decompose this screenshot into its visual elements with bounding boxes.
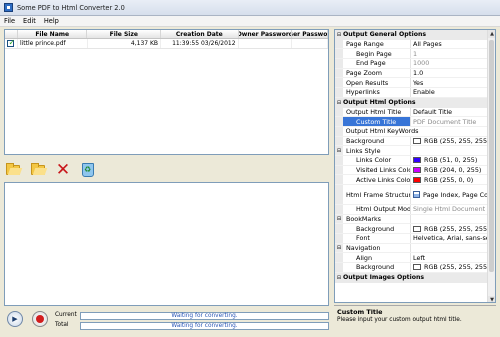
current-progress-bar: Waiting for converting. [80,312,329,320]
color-swatch [413,225,421,232]
prop-html-keywords[interactable]: Output Html KeyWords [335,126,488,137]
prop-visited-links-color[interactable]: Visited Links Color RGB (204, 0, 255) [335,165,488,176]
prop-page-range[interactable]: Page Range All Pages [335,39,488,50]
file-list[interactable]: File Name File Size Creation Date Owner … [4,29,329,155]
prop-end-page[interactable]: End Page 1000 [335,59,488,69]
column-header-file-size[interactable]: File Size [87,30,162,38]
prop-links-color[interactable]: Links Color RGB (51, 0, 255) [335,155,488,166]
column-header-owner-password[interactable]: Owner Password [239,30,293,38]
add-file-icon [6,163,20,175]
stop-icon [36,315,44,323]
prop-output-html-title[interactable]: Output Html Title Default Title [335,107,488,118]
scroll-down-icon[interactable]: ▼ [488,296,495,302]
recycle-bin-icon [82,163,94,177]
color-swatch [413,166,421,173]
user-password-cell[interactable] [292,39,329,48]
menu-bar: File Edit Help [0,16,500,27]
stop-convert-button[interactable] [32,311,48,327]
add-folder-icon [31,163,45,175]
scroll-up-icon[interactable]: ▲ [488,30,495,38]
start-convert-button[interactable]: ▶ [7,311,23,327]
description-title: Custom Title [337,308,383,316]
property-grid[interactable]: ⊟ Output General Options Page Range All … [334,29,496,303]
row-checkbox[interactable] [7,39,15,47]
prop-bookmarks-font[interactable]: Font Helvetica, Arial, sans-serif [335,234,488,244]
category-output-html[interactable]: ⊟ Output Html Options [335,97,488,108]
prop-begin-page[interactable]: Begin Page 1 [335,49,488,60]
description-text: Please input your custom output html tit… [337,317,462,323]
file-name-cell: little prince.pdf [18,39,88,48]
prop-open-results[interactable]: Open Results Yes [335,78,488,89]
window-title: Some PDF to Html Converter 2.0 [17,3,125,12]
menu-help[interactable]: Help [44,17,59,25]
add-file-button[interactable] [4,161,22,179]
collapse-icon[interactable]: ⊟ [335,214,343,224]
property-description: Custom Title Please input your custom ou… [334,305,496,333]
scroll-thumb[interactable] [489,40,494,272]
prop-navigation-align[interactable]: Align Left [335,253,488,264]
prop-hyperlinks[interactable]: Hyperlinks Enable [335,88,488,98]
prop-custom-title[interactable]: Custom Title PDF Document Title [335,117,488,127]
collapse-icon[interactable]: ⊟ [335,30,343,40]
delete-button[interactable]: ✕ [54,161,72,179]
clear-button[interactable] [79,161,97,179]
prop-active-links-color[interactable]: Active Links Color RGB (255, 0, 0) [335,175,488,185]
column-header-user-password[interactable]: User Password [292,30,328,38]
prop-page-zoom[interactable]: Page Zoom 1.0 [335,68,488,79]
collapse-icon[interactable]: ⊟ [335,98,343,108]
current-label: Current [55,312,77,318]
total-progress-bar: Waiting for converting. [80,322,329,330]
column-header-check[interactable] [5,30,18,38]
menu-file[interactable]: File [4,17,15,25]
frame-icon [413,191,420,198]
file-list-header: File Name File Size Creation Date Owner … [5,30,328,39]
app-icon [4,3,13,12]
prop-html-output-mode[interactable]: Html Output Mode Single Html Document [335,205,488,215]
color-swatch [413,157,421,164]
owner-password-cell[interactable] [239,39,293,48]
column-header-creation-date[interactable]: Creation Date [161,30,239,38]
collapse-icon[interactable]: ⊟ [335,146,343,155]
prop-html-frame-structures[interactable]: Html Frame Structures Page Index, Page C… [335,185,488,205]
menu-edit[interactable]: Edit [23,17,36,25]
table-row[interactable]: little prince.pdf 4,137 KB 11:39:55 03/2… [5,39,329,49]
prop-links-style[interactable]: ⊟ Links Style [335,146,488,156]
file-toolbar: ✕ [4,161,97,179]
property-scrollbar[interactable]: ▲ ▼ [487,30,495,302]
creation-date-cell: 11:39:55 03/26/2012 [161,39,239,48]
prop-bookmarks[interactable]: ⊟ BookMarks [335,214,488,225]
collapse-icon[interactable]: ⊟ [335,243,343,253]
color-swatch [413,176,421,183]
prop-navigation-background[interactable]: Background RGB (255, 255, 255) [335,263,488,273]
log-panel[interactable] [4,182,329,306]
add-folder-button[interactable] [29,161,47,179]
collapse-icon[interactable]: ⊟ [335,273,343,283]
category-output-images[interactable]: ⊟ Output Images Options [335,272,488,283]
category-output-general[interactable]: ⊟ Output General Options [335,30,488,40]
prop-background[interactable]: Background RGB (255, 255, 255) [335,136,488,147]
total-label: Total [55,322,69,328]
color-swatch [413,137,421,144]
delete-icon: ✕ [55,159,71,180]
prop-bookmarks-background[interactable]: Background RGB (255, 255, 255) [335,224,488,235]
color-swatch [413,264,421,271]
play-icon: ▶ [12,315,18,323]
column-header-file-name[interactable]: File Name [18,30,88,38]
prop-navigation[interactable]: ⊟ Navigation [335,243,488,254]
file-size-cell: 4,137 KB [88,39,162,48]
title-bar: Some PDF to Html Converter 2.0 [0,0,500,16]
